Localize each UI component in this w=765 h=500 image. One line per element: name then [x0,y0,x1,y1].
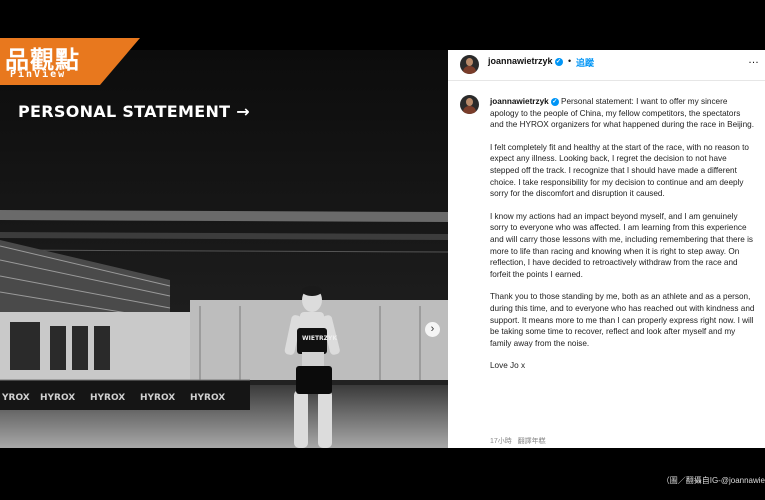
post-caption: joannawietrzyk ✓ Personal statement: I wa… [490,96,756,383]
post-header: joannawietrzyk ✓ • 追蹤 … [448,50,765,81]
post-panel: joannawietrzyk ✓ • 追蹤 … joannawietrzyk ✓ P… [448,50,765,448]
pinview-logo: 品觀點 PinView [0,38,140,85]
follow-button[interactable]: 追蹤 [576,56,594,69]
separator: • [568,56,572,66]
next-image-button[interactable]: › [425,322,440,337]
translate-link[interactable]: 翻譯年糕 [518,438,546,445]
caption-paragraph: I know my actions had an impact beyond m… [490,211,754,279]
post-time: 17小時 [490,438,512,445]
svg-text:HYROX: HYROX [40,393,75,403]
verified-icon: ✓ [550,97,559,106]
verified-icon: ✓ [554,57,563,66]
photo-title: PERSONAL STATEMENT → [18,102,250,121]
caption-paragraph: Thank you to those standing by me, both … [490,292,755,348]
svg-text:YROX: YROX [1,393,30,403]
svg-text:HYROX: HYROX [140,393,175,403]
caption-paragraph: I felt completely fit and healthy at the… [490,142,749,199]
image-credit: （圖／翻攝自IG-@joannawie [661,476,765,485]
caption-username-label[interactable]: joannawietrzyk [490,97,549,106]
caption-paragraph: joannawietrzyk ✓ Personal statement: I wa… [490,96,756,131]
post-meta: 17小時 翻譯年糕 [490,436,546,446]
username-label[interactable]: joannawietrzyk [488,56,553,66]
svg-text:HYROX: HYROX [90,393,125,403]
chevron-right-icon: › [430,323,435,335]
more-options-icon[interactable]: … [748,54,760,66]
logo-subtext: PinView [10,69,67,80]
avatar[interactable] [460,55,479,74]
svg-text:HYROX: HYROX [190,393,225,403]
caption-signoff: Love Jo x [490,361,526,371]
post-author[interactable]: joannawietrzyk ✓ [488,56,563,66]
svg-text:WIETRZYK: WIETRZYK [302,335,337,342]
caption-avatar[interactable] [460,95,479,114]
caption-username[interactable]: joannawietrzyk ✓ [490,97,559,106]
